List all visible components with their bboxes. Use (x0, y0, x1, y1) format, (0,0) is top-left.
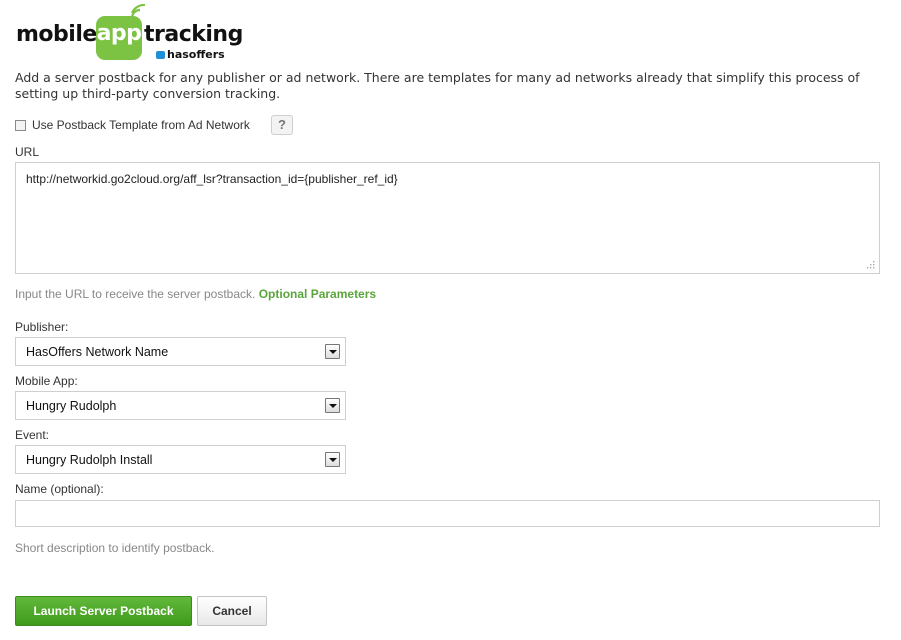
logo-word-mobile: mobile (16, 22, 97, 47)
logo-word-tracking: tracking (144, 22, 243, 47)
optional-parameters-link[interactable]: Optional Parameters (259, 287, 376, 301)
publisher-select-value: HasOffers Network Name (26, 345, 169, 359)
chevron-down-icon[interactable] (325, 398, 340, 413)
publisher-label: Publisher: (15, 320, 69, 334)
cancel-button[interactable]: Cancel (197, 596, 267, 626)
event-label: Event: (15, 428, 50, 442)
mobile-app-select-value: Hungry Rudolph (26, 399, 117, 413)
chevron-down-icon[interactable] (325, 452, 340, 467)
intro-text: Add a server postback for any publisher … (15, 70, 860, 101)
mobile-app-select[interactable]: Hungry Rudolph (15, 391, 346, 420)
name-input[interactable] (15, 500, 880, 527)
template-checkbox[interactable] (15, 119, 26, 131)
name-hint: Short description to identify postback. (15, 541, 215, 555)
launch-server-postback-button[interactable]: Launch Server Postback (15, 596, 192, 626)
url-value: http://networkid.go2cloud.org/aff_lsr?tr… (26, 172, 398, 186)
template-checkbox-label[interactable]: Use Postback Template from Ad Network (32, 118, 250, 132)
event-select-value: Hungry Rudolph Install (26, 453, 153, 467)
mobile-app-label: Mobile App: (15, 374, 78, 388)
resize-grip-icon[interactable] (867, 261, 875, 269)
template-checkbox-row[interactable]: Use Postback Template from Ad Network (15, 118, 250, 132)
help-button[interactable]: ? (271, 115, 293, 135)
mobileapptracking-logo: mobile app tracking hasoffers (16, 4, 246, 61)
event-select[interactable]: Hungry Rudolph Install (15, 445, 346, 474)
logo-brand: hasoffers (154, 48, 225, 61)
publisher-select[interactable]: HasOffers Network Name (15, 337, 346, 366)
url-textarea[interactable]: http://networkid.go2cloud.org/aff_lsr?tr… (15, 162, 880, 274)
url-hint-text: Input the URL to receive the server post… (15, 287, 256, 301)
logo-brand-text: hasoffers (167, 48, 225, 61)
url-label: URL (15, 145, 40, 159)
chevron-down-icon[interactable] (325, 344, 340, 359)
name-label: Name (optional): (15, 482, 104, 496)
url-hint: Input the URL to receive the server post… (15, 287, 376, 301)
